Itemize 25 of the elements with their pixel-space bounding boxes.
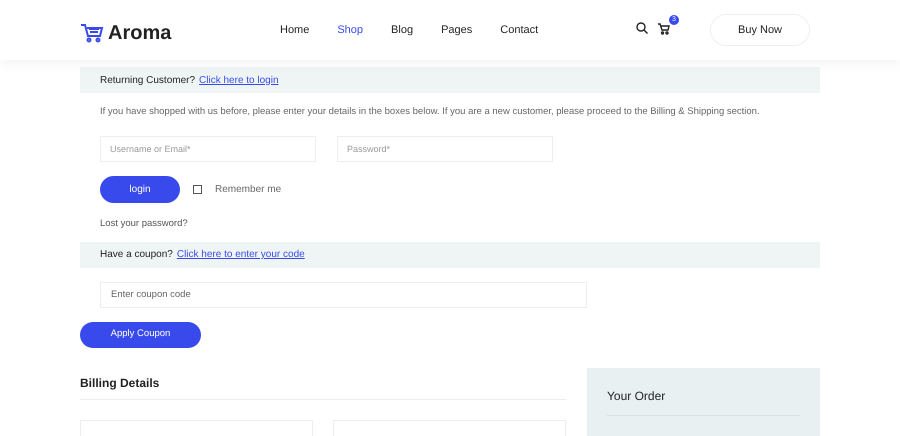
coupon-field[interactable]: Enter coupon code — [100, 282, 587, 308]
nav-link[interactable]: Home — [280, 22, 310, 38]
coupon-link[interactable]: Click here to enter your code — [176, 247, 305, 262]
apply-coupon-button[interactable]: Apply Coupon — [80, 322, 201, 348]
nav-link[interactable]: Contact — [500, 22, 538, 38]
search-icon[interactable] — [636, 22, 648, 34]
logo-text[interactable]: Aroma — [108, 18, 172, 48]
buy-now-button[interactable]: Buy Now — [710, 14, 810, 46]
username-field[interactable]: Username or Email* — [100, 136, 316, 162]
cart-logo-icon — [80, 23, 104, 43]
order-heading: Your Order — [607, 386, 800, 416]
nav-link[interactable]: Shop — [337, 22, 364, 38]
login-button[interactable]: login — [100, 176, 180, 204]
cart-icon[interactable] — [658, 23, 670, 35]
password-field[interactable]: Password* — [337, 136, 553, 162]
intro-text: If you have shopped with us before, please enter your details in the boxes below. If you are a new customer, please proceed to the Billing & Shipping section. — [100, 105, 761, 119]
nav-link[interactable]: Pages — [441, 22, 472, 38]
notice-text: Have a coupon? — [100, 248, 173, 262]
nav-link[interactable]: Blog — [391, 22, 414, 38]
lost-password-link[interactable]: Lost your password? — [100, 217, 188, 232]
remember-checkbox[interactable] — [193, 185, 202, 194]
login-link[interactable]: Click here to login — [199, 72, 279, 88]
billing-heading: Billing Details — [80, 374, 566, 400]
notice-text: Returning Customer? — [100, 74, 196, 88]
remember-label: Remember me — [215, 183, 282, 198]
